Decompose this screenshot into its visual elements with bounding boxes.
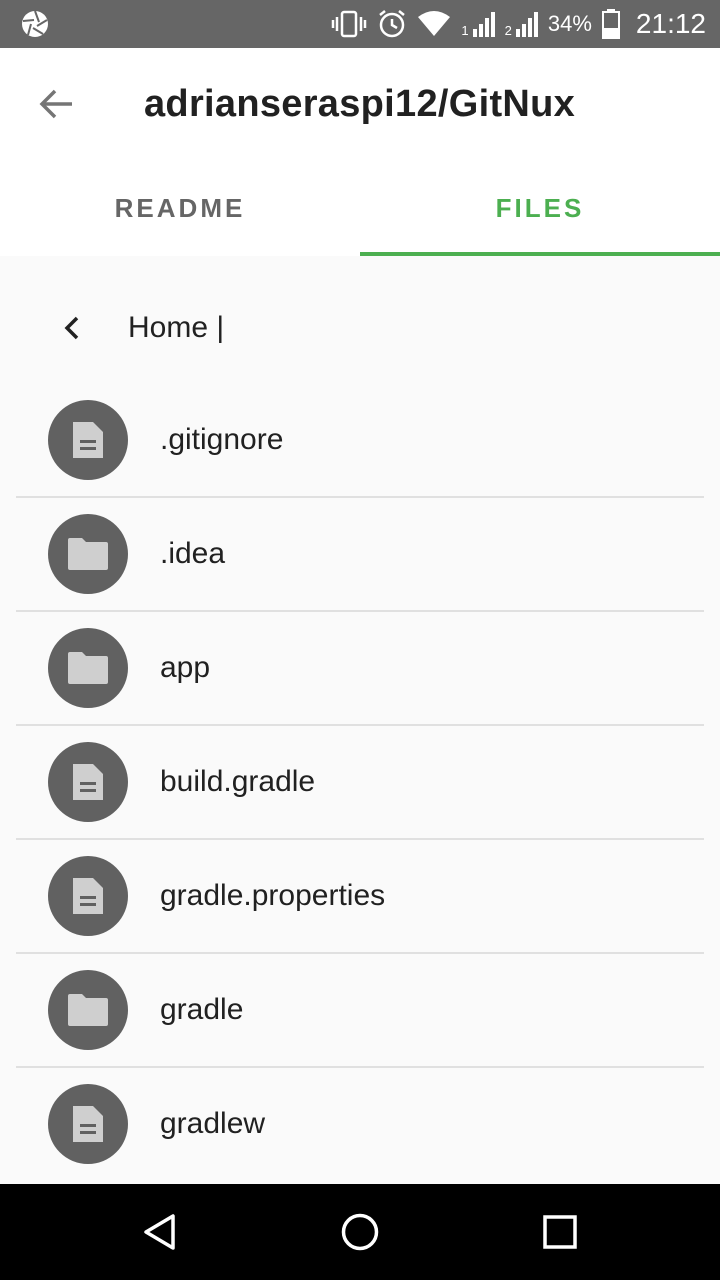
status-bar: 1 2 34% 21:12: [0, 0, 720, 48]
file-name: app: [160, 651, 211, 684]
list-item[interactable]: app: [16, 612, 704, 726]
list-item[interactable]: gradle: [16, 954, 704, 1068]
folder-icon: [48, 628, 128, 708]
triangle-back-icon: [144, 1214, 175, 1250]
alarm-icon: [379, 10, 406, 38]
file-name: gradle: [160, 993, 244, 1026]
file-name: gradlew: [160, 1107, 266, 1140]
list-item[interactable]: gradlew: [16, 1068, 704, 1182]
folder-icon: [48, 970, 128, 1050]
file-name: .gitignore: [160, 423, 284, 456]
sim1-label: 1: [461, 23, 469, 38]
vibrate-icon: [332, 10, 367, 38]
battery-icon: [601, 9, 620, 39]
file-name: gradle.properties: [160, 879, 386, 912]
camera-aperture-icon: [22, 10, 48, 37]
page-title: adrianseraspi12/GitNux: [144, 83, 576, 125]
arrow-left-icon: [39, 89, 72, 119]
list-item[interactable]: build.gradle: [16, 726, 704, 840]
app-bar: adrianseraspi12/GitNux README FILES: [0, 48, 720, 256]
signal-icon: [472, 12, 495, 37]
breadcrumb: Home |: [0, 290, 720, 370]
file-icon: [48, 400, 128, 480]
list-item[interactable]: gradle.properties: [16, 840, 704, 954]
breadcrumb-path: Home |: [128, 311, 225, 344]
wifi-icon: [418, 11, 451, 36]
clock: 21:12: [635, 8, 706, 39]
sim2-label: 2: [504, 23, 512, 38]
nav-recents-button[interactable]: [532, 1204, 588, 1260]
navigation-bar: [0, 1184, 720, 1280]
tab-bar: README FILES: [0, 160, 720, 256]
nav-back-button[interactable]: [132, 1204, 188, 1260]
file-icon: [48, 1084, 128, 1164]
file-name: build.gradle: [160, 765, 316, 798]
back-button[interactable]: [30, 78, 82, 130]
tab-files[interactable]: FILES: [360, 160, 720, 256]
nav-home-button[interactable]: [332, 1204, 388, 1260]
list-item[interactable]: .idea: [16, 498, 704, 612]
file-icon: [48, 742, 128, 822]
file-icon: [48, 856, 128, 936]
file-list: .gitignore .idea app build.gradle gradle…: [16, 384, 704, 1182]
signal-icon: [515, 12, 538, 37]
square-recents-icon: [543, 1215, 577, 1249]
battery-percent: 34%: [547, 11, 592, 36]
circle-home-icon: [341, 1213, 379, 1251]
list-item[interactable]: .gitignore: [16, 384, 704, 498]
breadcrumb-back-button[interactable]: [52, 308, 92, 348]
file-name: .idea: [160, 537, 226, 570]
folder-icon: [48, 514, 128, 594]
chevron-left-icon: [64, 316, 79, 340]
tab-readme[interactable]: README: [0, 160, 360, 256]
